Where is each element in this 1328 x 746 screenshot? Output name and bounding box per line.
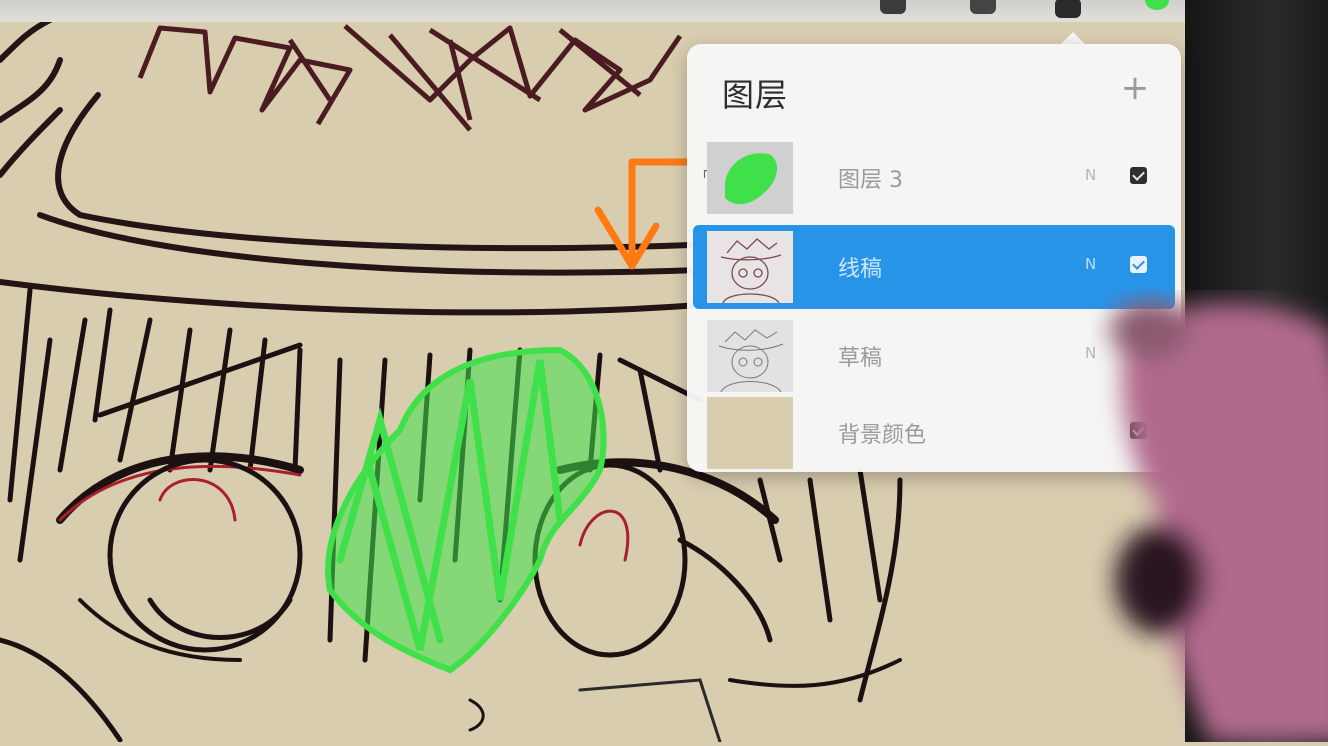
background-color-swatch[interactable]	[707, 397, 793, 469]
layer-name: 图层 3	[838, 168, 903, 193]
plus-icon: +	[1120, 68, 1150, 108]
layer-name: 背景颜色	[838, 423, 927, 448]
color-swatch-icon[interactable]	[1145, 0, 1169, 10]
layer-thumbnail	[707, 320, 793, 392]
layer-row-selected[interactable]: 线稿 N	[693, 225, 1175, 309]
layers-icon[interactable]	[1055, 0, 1081, 18]
device-bezel	[1185, 0, 1328, 742]
visibility-checkbox[interactable]	[1130, 422, 1147, 439]
layer-name: 草稿	[838, 346, 883, 371]
layer-row-background[interactable]: 背景颜色	[693, 391, 1175, 475]
toolbar	[0, 0, 1190, 22]
layer-row[interactable]: ↱ 图层 3 N	[693, 136, 1175, 220]
layer-thumbnail	[707, 142, 793, 214]
layers-panel: 图层 + ↱ 图层 3 N 线稿 N	[687, 44, 1181, 472]
blend-mode[interactable]: N	[1085, 344, 1096, 362]
eraser-icon[interactable]	[970, 0, 996, 14]
blend-mode[interactable]: N	[1085, 255, 1096, 273]
layer-row[interactable]: 草稿 N	[693, 314, 1175, 398]
layer-name: 线稿	[838, 257, 883, 282]
brush-icon[interactable]	[880, 0, 906, 14]
layer-thumbnail	[707, 231, 793, 303]
visibility-checkbox[interactable]	[1130, 167, 1147, 184]
blend-mode[interactable]: N	[1085, 166, 1096, 184]
add-layer-button[interactable]: +	[1119, 71, 1151, 105]
visibility-checkbox[interactable]	[1130, 256, 1147, 273]
panel-title: 图层	[722, 76, 789, 114]
